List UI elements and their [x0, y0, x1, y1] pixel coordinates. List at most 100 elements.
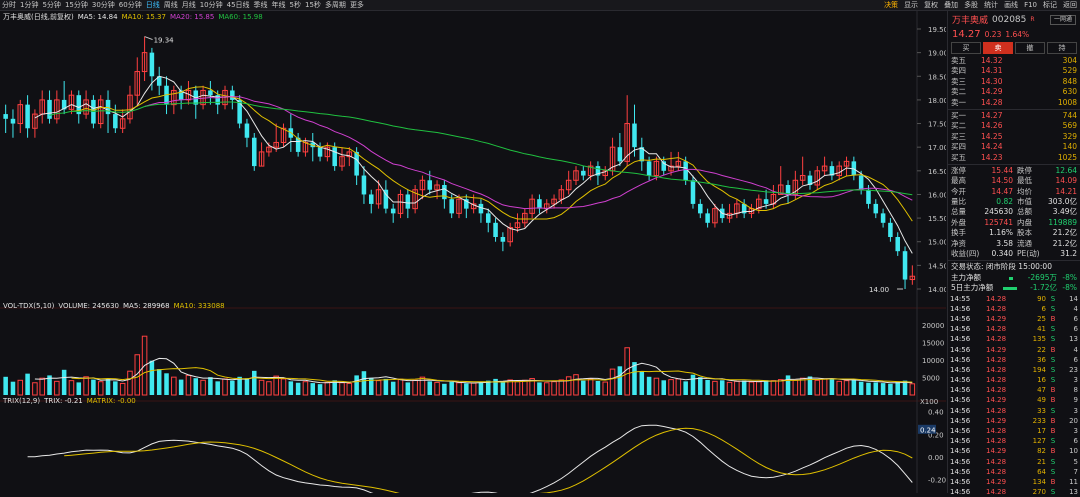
volume-bar: [266, 381, 272, 396]
order-book-row[interactable]: 买五 14.23 1025: [948, 153, 1080, 163]
period-tab[interactable]: 多周期: [323, 0, 348, 11]
period-tab[interactable]: 分时: [0, 0, 18, 11]
flow-label: 主力净额: [951, 272, 981, 282]
quote-key: 跌停: [1017, 165, 1032, 175]
tab-cancel[interactable]: 撤: [1015, 42, 1045, 54]
toolbar-button[interactable]: 决策: [881, 0, 901, 11]
volume-bar: [573, 374, 579, 396]
tick-count: 5: [1073, 457, 1078, 466]
tick-price: 14.28: [986, 437, 1007, 446]
trade-connect-button[interactable]: 一网通: [1049, 14, 1076, 25]
order-book-row[interactable]: 买三 14.25 329: [948, 132, 1080, 142]
level-volume: 630: [1062, 87, 1077, 97]
price-tick-label: 15.50: [928, 215, 946, 223]
trix-tick-label: 0.40: [928, 409, 944, 417]
toolbar-button[interactable]: 叠加: [941, 0, 961, 11]
period-tab[interactable]: 日线: [144, 0, 162, 11]
volume-bar: [470, 382, 477, 396]
candle-body: [902, 251, 908, 280]
toolbar-button[interactable]: 复权: [921, 0, 941, 11]
candle-body: [230, 90, 235, 100]
period-tab[interactable]: 30分钟: [90, 0, 117, 11]
candle-body: [888, 222, 893, 237]
tick-time: 14:56: [950, 467, 971, 476]
quote-row: 外盘 125741 内盘 119889: [948, 218, 1080, 228]
volume-bar: [770, 380, 777, 396]
price-tick-label: 17.00: [928, 144, 946, 152]
candle-body: [25, 104, 30, 129]
stock-header: 万丰奥威 002085 R 一网通: [948, 11, 1080, 28]
order-book-row[interactable]: 买一 14.27 744: [948, 111, 1080, 121]
order-book-row[interactable]: 卖三 14.30 848: [948, 77, 1080, 87]
order-book-row[interactable]: 买四 14.24 140: [948, 142, 1080, 152]
candle-body: [390, 208, 396, 214]
order-book-row[interactable]: 卖五 14.32 304: [948, 56, 1080, 66]
price-tick-label: 19.50: [928, 26, 946, 34]
vol-ma10-label: MA10: 333088: [173, 302, 225, 310]
stock-code: 002085: [992, 14, 1027, 25]
candle-body: [493, 222, 498, 237]
level-label: 买四: [951, 142, 966, 152]
toolbar-button[interactable]: 返回: [1060, 0, 1080, 11]
toolbar-button[interactable]: 画线: [1001, 0, 1021, 11]
tick-row: 14:56 14.28 127 S 6: [948, 436, 1080, 446]
volume-unit-label: X100: [920, 398, 938, 406]
period-tab[interactable]: 月线: [180, 0, 198, 11]
volume-bar: [478, 382, 484, 395]
tick-count: 23: [1069, 365, 1078, 374]
kline-chart[interactable]: 19.50 19.00 18.50 18.00 17.50 17.00 16.50 16.00…: [0, 11, 946, 493]
volume-bar: [719, 380, 725, 395]
period-tab[interactable]: 15秒: [303, 0, 323, 11]
period-tab[interactable]: 周线: [162, 0, 180, 11]
volume-bar: [675, 378, 682, 396]
tick-row: 14:56 14.28 194 S 23: [948, 365, 1080, 375]
period-tab[interactable]: 更多: [348, 0, 366, 11]
volume-bar: [346, 382, 353, 396]
order-book-row[interactable]: 卖一 14.28 1008: [948, 98, 1080, 108]
tick-list[interactable]: 14:55 14.28 90 S 14 14:56 14.28 6 S 4 14:56 14.29 25…: [948, 294, 1080, 497]
tick-volume: 25: [1037, 314, 1046, 323]
volume-bar: [310, 383, 316, 395]
flow-pct: -8%: [1062, 272, 1077, 282]
volume-bar: [522, 379, 528, 396]
order-book-row[interactable]: 买二 14.26 569: [948, 121, 1080, 131]
toolbar-button[interactable]: 标记: [1040, 0, 1060, 11]
tick-side: S: [1050, 406, 1056, 415]
toolbar-button[interactable]: 显示: [901, 0, 921, 11]
period-tab[interactable]: 10分钟: [198, 0, 225, 11]
volume-bar: [178, 379, 184, 395]
tick-price: 14.28: [986, 376, 1007, 385]
volume-bar: [734, 380, 740, 396]
quote-row: 总量 245630 总额 3.49亿: [948, 207, 1080, 217]
period-tab[interactable]: 1分钟: [18, 0, 40, 11]
tab-buy[interactable]: 买: [951, 42, 981, 54]
period-tab[interactable]: 年线: [270, 0, 288, 11]
candle-body: [449, 199, 454, 214]
price-tick-label: 16.00: [928, 191, 946, 199]
level-label: 买二: [951, 121, 966, 131]
period-tab[interactable]: 5秒: [288, 0, 303, 11]
tab-position[interactable]: 持: [1047, 42, 1077, 54]
toolbar-button[interactable]: F10: [1021, 0, 1040, 11]
tick-time: 14:56: [950, 314, 971, 323]
order-book-row[interactable]: 卖二 14.29 630: [948, 87, 1080, 97]
chart-area[interactable]: 19.50 19.00 18.50 18.00 17.50 17.00 16.50 16.00…: [0, 11, 946, 493]
tab-sell[interactable]: 卖: [983, 42, 1013, 54]
candle-body: [705, 213, 710, 223]
toolbar-button[interactable]: 统计: [981, 0, 1001, 11]
level-price: 14.24: [981, 142, 1003, 152]
flow-value: -2695万: [1027, 272, 1057, 282]
period-tab[interactable]: 季线: [252, 0, 270, 11]
period-tab[interactable]: 60分钟: [117, 0, 144, 11]
period-tab[interactable]: 15分钟: [63, 0, 90, 11]
period-tab[interactable]: 45日线: [225, 0, 252, 11]
candle-body: [332, 147, 337, 167]
order-book-row[interactable]: 卖四 14.31 529: [948, 66, 1080, 76]
toolbar-button[interactable]: 多股: [961, 0, 981, 11]
tick-side: B: [1050, 427, 1056, 436]
candle-body: [617, 147, 623, 162]
candle-body: [683, 161, 688, 181]
volume-bar: [785, 375, 791, 395]
quote-row: 涨停 15.44 跌停 12.64: [948, 166, 1080, 176]
period-tab[interactable]: 5分钟: [40, 0, 62, 11]
